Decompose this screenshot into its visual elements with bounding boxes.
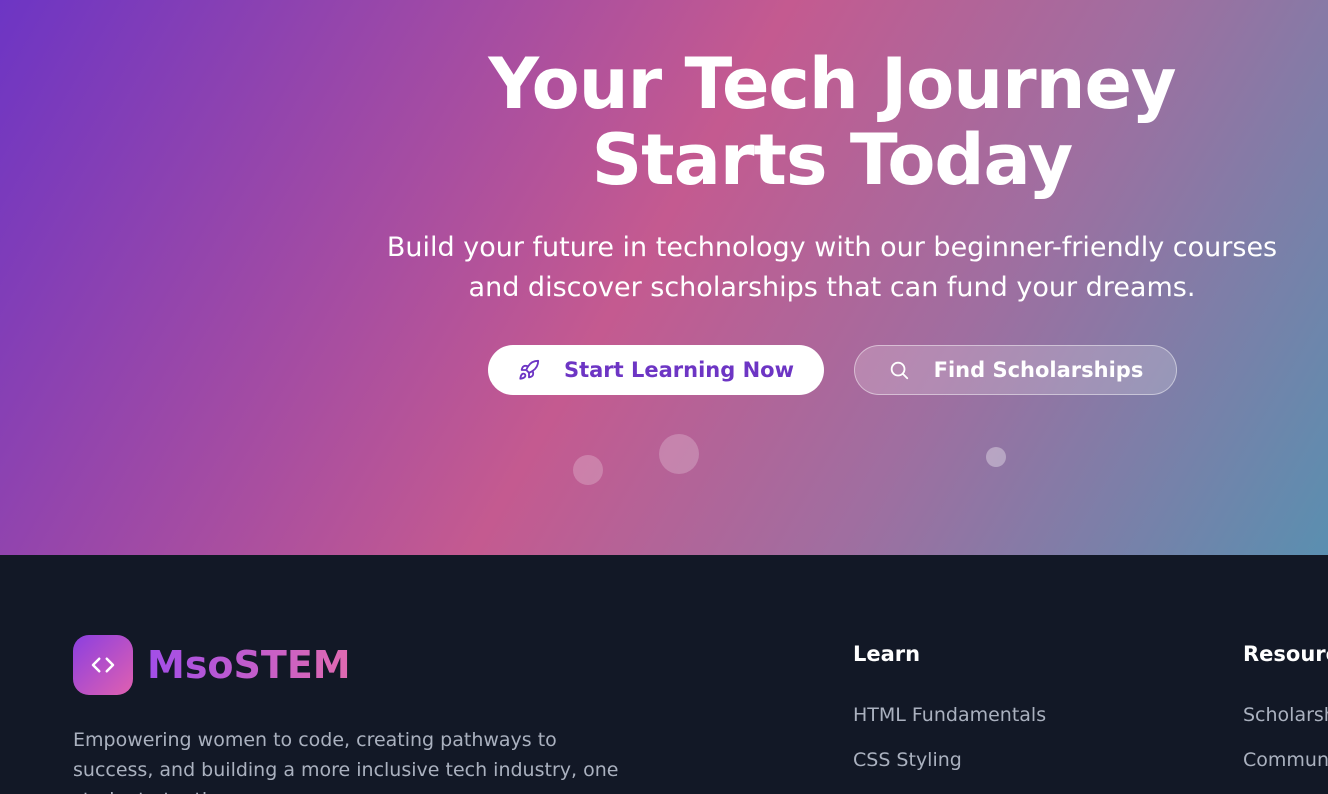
hero-subtitle: Build your future in technology with our… [332, 228, 1328, 308]
hero-title: Your Tech Journey Starts Today [332, 46, 1328, 198]
footer-tagline: Empowering women to code, creating pathw… [73, 729, 619, 794]
decorative-bubble [659, 434, 699, 474]
find-scholarships-label: Find Scholarships [933, 358, 1144, 382]
site-footer: MsoSTEM Empowering women to code, creati… [0, 555, 1328, 794]
footer-column-title-resources: Resources [1243, 642, 1328, 666]
footer-link-scholarships[interactable]: Scholarships [1243, 700, 1328, 730]
hero-section: Your Tech Journey Starts Today Build you… [0, 0, 1328, 555]
start-learning-button[interactable]: Start Learning Now [488, 345, 824, 395]
decorative-bubble [986, 447, 1006, 467]
decorative-bubble [573, 455, 603, 485]
footer-link-html-fundamentals[interactable]: HTML Fundamentals [853, 700, 1046, 730]
footer-column-title-learn: Learn [853, 642, 921, 666]
footer-link-css-styling[interactable]: CSS Styling [853, 745, 962, 775]
footer-link-community[interactable]: Community [1243, 745, 1328, 775]
hero-subtitle-line-2: and discover scholarships that can fund … [468, 272, 1196, 303]
brand-name[interactable]: MsoSTEM [147, 639, 351, 691]
find-scholarships-button[interactable]: Find Scholarships [854, 345, 1177, 395]
hero-title-line-2: Starts Today [591, 119, 1074, 201]
search-icon [888, 359, 910, 381]
code-icon[interactable] [73, 635, 133, 695]
hero-title-line-1: Your Tech Journey [488, 43, 1176, 125]
start-learning-label: Start Learning Now [563, 358, 795, 382]
hero-subtitle-line-1: Build your future in technology with our… [386, 232, 1278, 263]
rocket-icon [518, 359, 540, 381]
